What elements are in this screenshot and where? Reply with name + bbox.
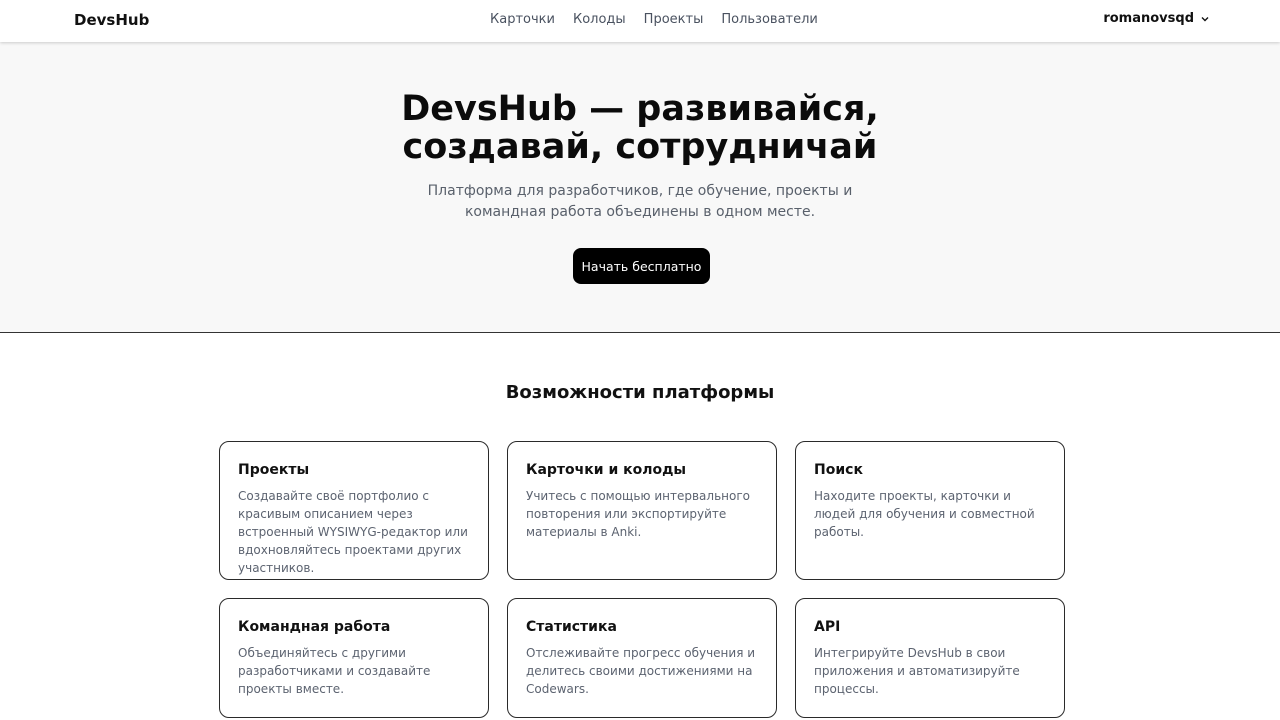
- nav-link-cards[interactable]: Карточки: [490, 12, 555, 27]
- feature-card-api: API Интегрируйте DevsHub в свои приложен…: [795, 598, 1065, 718]
- feature-card-title: Статистика: [526, 619, 617, 635]
- hero-title-line-2: создавай, сотрудничай: [402, 127, 878, 167]
- brand-logo[interactable]: DevsHub: [74, 11, 149, 29]
- username: romanovsqd: [1103, 11, 1194, 26]
- feature-card-text: Интегрируйте DevsHub в свои приложения и…: [814, 646, 1020, 696]
- nav-link-decks[interactable]: Колоды: [573, 12, 626, 27]
- hero-title: DevsHub — развивайся, создавай, сотрудни…: [0, 90, 1280, 166]
- hero-section: DevsHub — развивайся, создавай, сотрудни…: [0, 42, 1280, 333]
- feature-card-cards-decks: Карточки и колоды Учитесь с помощью инте…: [507, 441, 777, 580]
- feature-card-teamwork: Командная работа Объединяйтесь с другими…: [219, 598, 489, 718]
- feature-card-text: Объединяйтесь с другими разработчиками и…: [238, 646, 431, 696]
- feature-card-text: Находите проекты, карточки и людей для о…: [814, 489, 1035, 539]
- chevron-down-icon: [1200, 14, 1210, 24]
- navbar: DevsHub Карточки Колоды Проекты Пользова…: [0, 0, 1280, 42]
- hero-title-line-1: DevsHub — развивайся,: [401, 89, 879, 129]
- feature-card-projects: Проекты Создавайте своё портфолио с крас…: [219, 441, 489, 580]
- user-menu[interactable]: romanovsqd: [1103, 11, 1210, 26]
- hero-subtitle: Платформа для разработчиков, где обучени…: [427, 183, 853, 220]
- nav-link-users[interactable]: Пользователи: [721, 12, 818, 27]
- feature-card-text: Отслеживайте прогресс обучения и делитес…: [526, 646, 756, 696]
- features-grid: Проекты Создавайте своё портфолио с крас…: [219, 441, 1065, 718]
- feature-card-title: API: [814, 619, 841, 635]
- feature-card-title: Поиск: [814, 462, 863, 478]
- main-nav: Карточки Колоды Проекты Пользователи: [490, 12, 818, 27]
- start-free-button[interactable]: Начать бесплатно: [573, 248, 710, 284]
- feature-card-text: Учитесь с помощью интервального повторен…: [526, 489, 750, 539]
- feature-card-search: Поиск Находите проекты, карточки и людей…: [795, 441, 1065, 580]
- feature-card-text: Создавайте своё портфолио с красивым опи…: [238, 489, 468, 575]
- feature-card-statistics: Статистика Отслеживайте прогресс обучени…: [507, 598, 777, 718]
- feature-card-title: Карточки и колоды: [526, 462, 687, 478]
- feature-card-title: Проекты: [238, 462, 310, 478]
- features-title: Возможности платформы: [505, 382, 775, 403]
- nav-link-projects[interactable]: Проекты: [644, 12, 704, 27]
- feature-card-title: Командная работа: [238, 619, 391, 635]
